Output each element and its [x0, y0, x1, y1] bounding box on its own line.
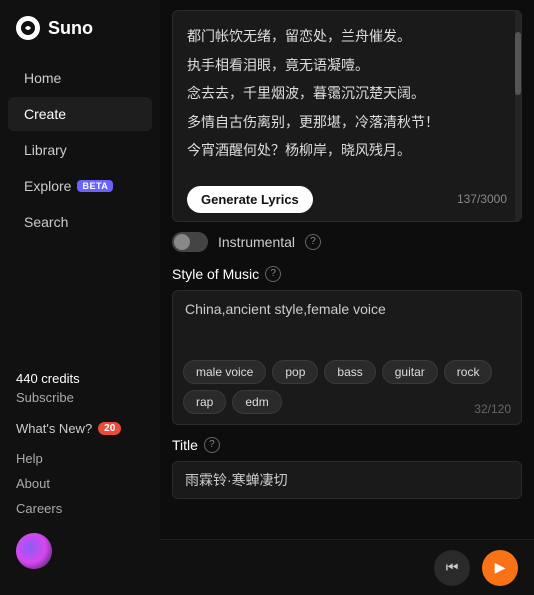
- generate-lyrics-row: Generate Lyrics 137/3000: [173, 178, 521, 221]
- tag-guitar[interactable]: guitar: [382, 360, 438, 384]
- beta-badge: BETA: [77, 180, 113, 192]
- avatar-section: [0, 523, 160, 579]
- tags-row: male voice pop bass guitar rock rap edm …: [173, 354, 521, 424]
- lyrics-line-5: 今宵酒醒何处？杨柳岸，晓风残月。: [187, 137, 507, 164]
- title-input[interactable]: [173, 462, 521, 498]
- title-label: Title ?: [172, 437, 522, 453]
- scrollbar-thumb: [515, 32, 521, 95]
- instrumental-label: Instrumental: [218, 234, 295, 250]
- lyrics-char-count: 137/3000: [457, 192, 507, 206]
- instrumental-row: Instrumental ?: [160, 222, 534, 262]
- tag-rock[interactable]: rock: [444, 360, 493, 384]
- main-content: 都门帐饮无绪，留恋处，兰舟催发。 执手相看泪眼，竟无语凝噎。 念去去，千里烟波，…: [160, 0, 534, 595]
- lyrics-container: 都门帐饮无绪，留恋处，兰舟催发。 执手相看泪眼，竟无语凝噎。 念去去，千里烟波，…: [172, 10, 522, 222]
- nav-explore[interactable]: Explore BETA: [8, 169, 152, 203]
- skip-back-button[interactable]: ⏮: [434, 550, 470, 586]
- logo: Suno: [0, 16, 160, 60]
- avatar-image: [16, 533, 52, 569]
- skip-back-icon: ⏮: [446, 559, 459, 576]
- style-char-count: 32/120: [474, 402, 511, 416]
- sidebar: Suno Home Create Library Explore BETA Se…: [0, 0, 160, 595]
- logo-text: Suno: [48, 18, 93, 39]
- lyrics-line-1: 都门帐饮无绪，留恋处，兰舟催发。: [187, 23, 507, 50]
- title-section: Title ?: [160, 433, 534, 507]
- credits-section: 440 credits Subscribe: [0, 363, 160, 413]
- careers-link[interactable]: Careers: [16, 496, 144, 521]
- lyrics-line-2: 执手相看泪眼，竟无语凝噎。: [187, 52, 507, 79]
- tag-edm[interactable]: edm: [232, 390, 281, 414]
- user-avatar[interactable]: [16, 533, 52, 569]
- subscribe-link[interactable]: Subscribe: [16, 390, 144, 405]
- title-input-container: [172, 461, 522, 499]
- suno-logo-icon: [16, 16, 40, 40]
- tag-pop[interactable]: pop: [272, 360, 318, 384]
- instrumental-toggle[interactable]: [172, 232, 208, 252]
- style-section: Style of Music ? male voice pop bass gui…: [160, 262, 534, 433]
- help-link[interactable]: Help: [16, 446, 144, 471]
- style-label: Style of Music ?: [172, 266, 522, 282]
- player-bar: ⏮ ▶: [160, 539, 534, 595]
- generate-lyrics-button[interactable]: Generate Lyrics: [187, 186, 313, 213]
- nav-search[interactable]: Search: [8, 205, 152, 239]
- nav-create[interactable]: Create: [8, 97, 152, 131]
- whats-new-badge: 20: [98, 422, 121, 435]
- lyrics-line-3: 念去去，千里烟波，暮霭沉沉楚天阔。: [187, 80, 507, 107]
- tag-bass[interactable]: bass: [324, 360, 375, 384]
- instrumental-help-icon[interactable]: ?: [305, 234, 321, 250]
- style-help-icon[interactable]: ?: [265, 266, 281, 282]
- sidebar-bottom-links: Help About Careers: [0, 444, 160, 523]
- nav-library[interactable]: Library: [8, 133, 152, 167]
- toggle-thumb: [174, 234, 190, 250]
- scrollbar-track: [515, 11, 521, 221]
- credits-text: 440 credits: [16, 371, 144, 386]
- tag-rap[interactable]: rap: [183, 390, 226, 414]
- style-textarea[interactable]: [173, 291, 521, 351]
- title-help-icon[interactable]: ?: [204, 437, 220, 453]
- lyrics-text[interactable]: 都门帐饮无绪，留恋处，兰舟催发。 执手相看泪眼，竟无语凝噎。 念去去，千里烟波，…: [173, 11, 521, 178]
- play-button[interactable]: ▶: [482, 550, 518, 586]
- tag-male-voice[interactable]: male voice: [183, 360, 266, 384]
- about-link[interactable]: About: [16, 471, 144, 496]
- lyrics-line-4: 多情自古伤离别，更那堪，冷落清秋节！: [187, 109, 507, 136]
- style-textarea-container: male voice pop bass guitar rock rap edm …: [172, 290, 522, 425]
- play-icon: ▶: [495, 559, 506, 576]
- scrollable-area[interactable]: 都门帐饮无绪，留恋处，兰舟催发。 执手相看泪眼，竟无语凝噎。 念去去，千里烟波，…: [160, 0, 534, 539]
- nav-home[interactable]: Home: [8, 61, 152, 95]
- whats-new[interactable]: What's New? 20: [0, 413, 160, 444]
